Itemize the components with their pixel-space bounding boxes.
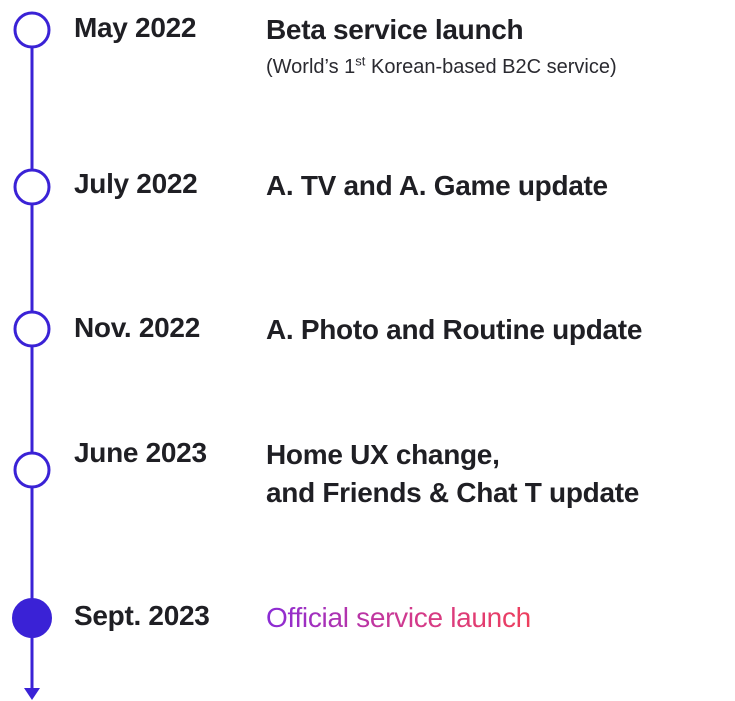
milestone-marker-may-2022 xyxy=(13,11,51,49)
note-superscript: st xyxy=(355,53,366,69)
milestone-note: (World’s 1st Korean-based B2C service) xyxy=(266,53,617,79)
milestone-marker-nov-2022 xyxy=(13,310,51,348)
milestone-date: Sept. 2023 xyxy=(74,600,210,631)
milestone-title-line2: and Friends & Chat T update xyxy=(266,477,640,508)
milestone-title: A. Photo and Routine update xyxy=(266,314,643,345)
milestone-title-container: Official service launch xyxy=(266,599,531,637)
note-prefix: (World’s 1 xyxy=(266,56,356,78)
milestone-title-line1: Home UX change, xyxy=(266,439,500,470)
arrow-down-icon xyxy=(24,688,40,700)
milestone-date: July 2022 xyxy=(74,168,198,199)
milestone-title-highlighted: Official service launch xyxy=(266,602,531,633)
milestone-date: May 2022 xyxy=(74,12,197,43)
milestone-title: Beta service launch xyxy=(266,14,524,45)
note-suffix: Korean-based B2C service) xyxy=(365,56,617,78)
milestone-date: Nov. 2022 xyxy=(74,312,200,343)
timeline: May 2022 Beta service launch (World’s 1s… xyxy=(0,0,735,701)
milestone-date: June 2023 xyxy=(74,437,207,468)
milestone-marker-july-2022 xyxy=(13,168,51,206)
milestone-marker-sept-2023 xyxy=(12,598,52,638)
milestone-marker-june-2023 xyxy=(13,451,51,489)
timeline-axis xyxy=(12,11,52,700)
milestone-title: A. TV and A. Game update xyxy=(266,170,608,201)
